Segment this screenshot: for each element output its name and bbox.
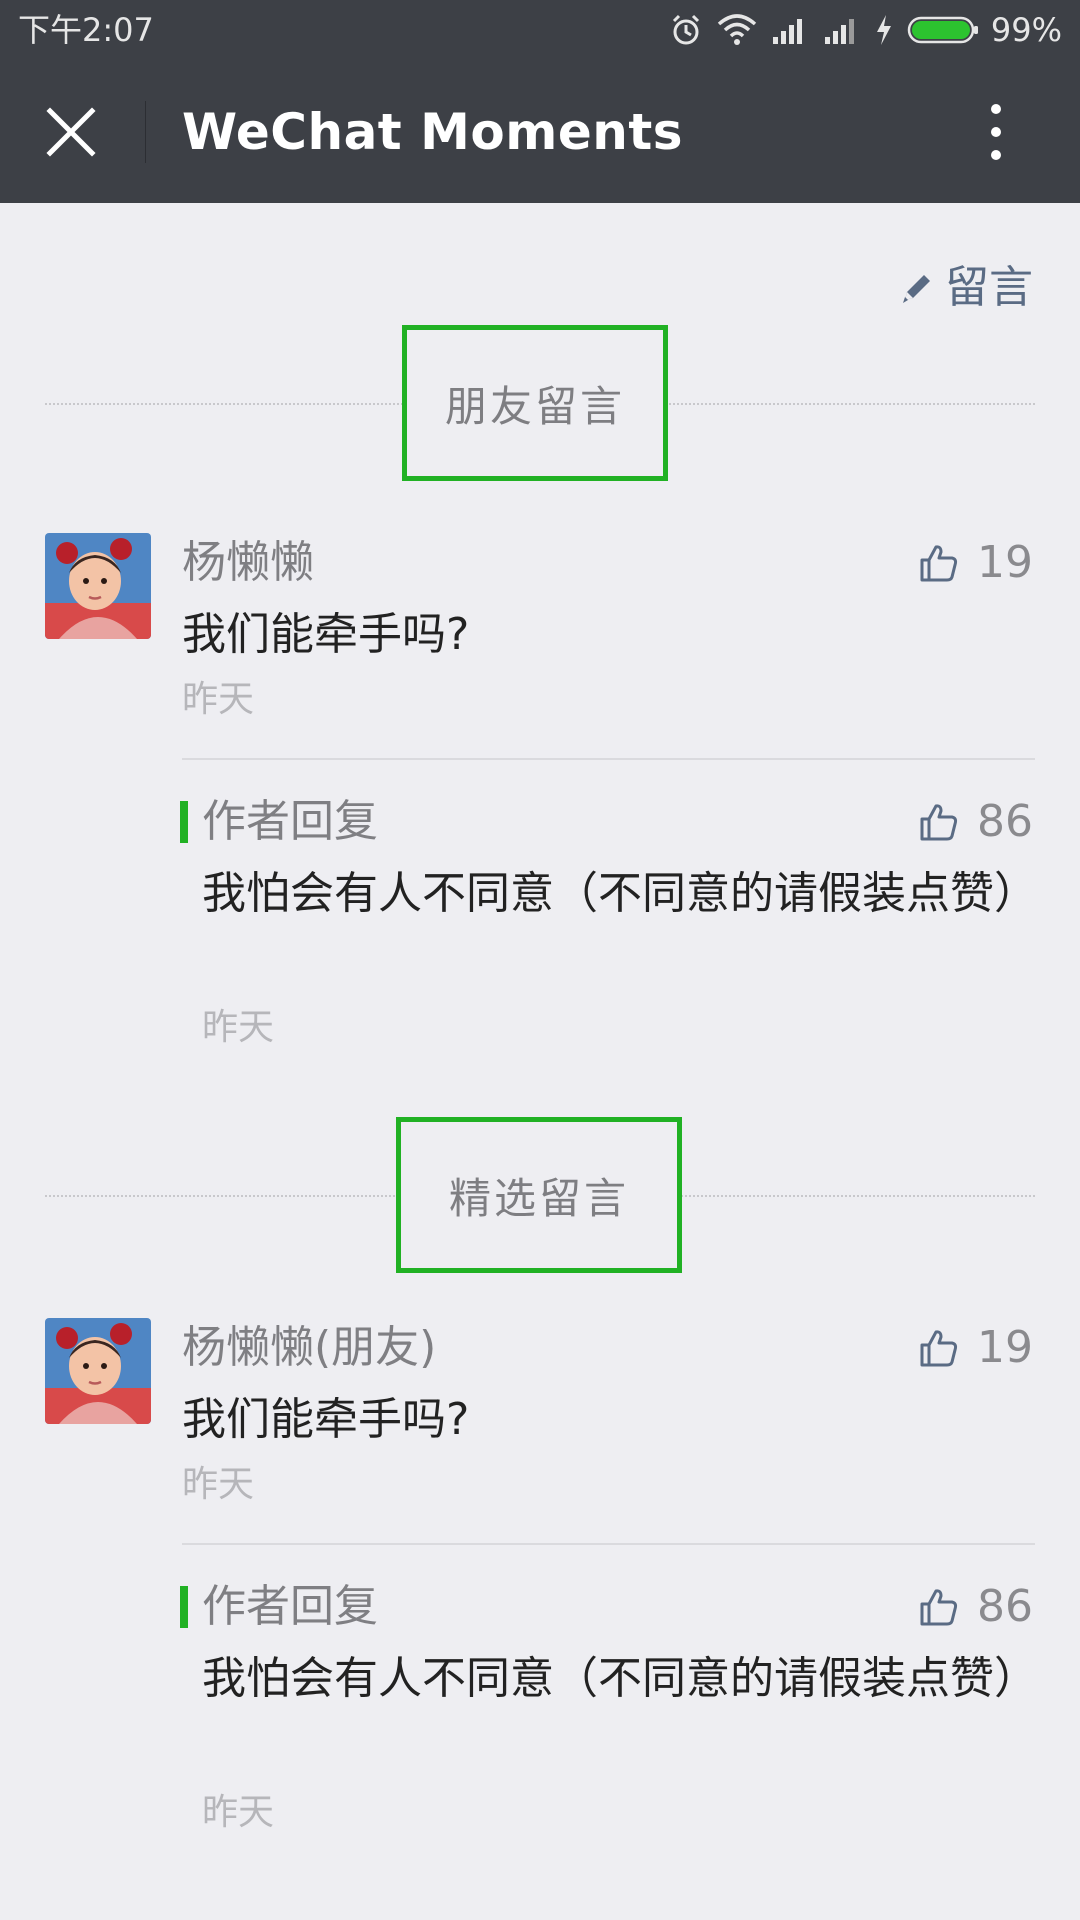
reply-time: 昨天 <box>202 1792 275 1833</box>
title-divider <box>145 101 146 163</box>
avatar-image <box>45 1318 151 1424</box>
write-comment-button[interactable]: 留言 <box>899 258 1033 318</box>
section-title: 精选留言 <box>448 1173 629 1223</box>
like-count: 86 <box>977 796 1033 847</box>
title-bar: WeChat Moments <box>0 61 1080 203</box>
like-button[interactable]: 19 <box>919 1318 1033 1378</box>
reply-time: 昨天 <box>202 1007 275 1048</box>
reply-author: 作者回复 <box>202 796 378 847</box>
section-featured-comments: 精选留言 <box>45 1117 1035 1273</box>
wifi-icon <box>717 14 757 45</box>
section-title: 朋友留言 <box>444 381 625 431</box>
comment-text: 我们能牵手吗? <box>182 1394 470 1445</box>
section-title-box: 精选留言 <box>396 1117 682 1273</box>
like-count: 19 <box>977 537 1033 588</box>
reply-author: 作者回复 <box>202 1581 378 1632</box>
status-icons: 99% <box>655 8 1062 52</box>
avatar[interactable] <box>45 1318 151 1424</box>
avatar[interactable] <box>45 533 151 639</box>
pencil-icon <box>903 275 930 303</box>
signal-icon <box>772 19 802 44</box>
section-friend-comments: 朋友留言 <box>45 325 1035 481</box>
charging-icon <box>876 15 891 45</box>
comment-author[interactable]: 杨懒懒 <box>182 533 314 593</box>
like-button[interactable]: 19 <box>919 533 1033 593</box>
close-icon[interactable] <box>40 101 102 163</box>
battery-percent: 99% <box>990 11 1062 49</box>
like-button[interactable]: 86 <box>919 792 1033 852</box>
reply-text: 我怕会有人不同意（不同意的请假装点赞） <box>202 868 1038 919</box>
page-title: WeChat Moments <box>182 103 683 161</box>
status-bar: 下午2:07 99% <box>0 0 1080 61</box>
thumbs-up-icon <box>920 1589 958 1626</box>
thumbs-up-icon <box>920 1330 958 1367</box>
signal-icon <box>824 19 854 44</box>
comment-text: 我们能牵手吗? <box>182 609 470 660</box>
reply-marker <box>180 801 188 843</box>
thumbs-up-icon <box>920 804 958 841</box>
like-button[interactable]: 86 <box>919 1577 1033 1637</box>
like-count: 86 <box>977 1581 1033 1632</box>
comment-author[interactable]: 杨懒懒(朋友) <box>182 1318 436 1378</box>
reply-separator <box>182 758 1035 760</box>
reply-text: 我怕会有人不同意（不同意的请假装点赞） <box>202 1653 1038 1704</box>
status-time: 下午2:07 <box>18 11 154 49</box>
comment-time: 昨天 <box>182 1464 255 1505</box>
section-title-box: 朋友留言 <box>402 325 668 481</box>
comment-time: 昨天 <box>182 679 255 720</box>
reply-marker <box>180 1586 188 1628</box>
more-vertical-icon[interactable] <box>978 101 1014 163</box>
write-comment-label: 留言 <box>945 262 1033 313</box>
reply-separator <box>182 1543 1035 1545</box>
thumbs-up-icon <box>920 545 958 582</box>
like-count: 19 <box>977 1322 1033 1373</box>
alarm-icon <box>672 14 699 45</box>
battery-icon <box>907 16 978 44</box>
avatar-image <box>45 533 151 639</box>
